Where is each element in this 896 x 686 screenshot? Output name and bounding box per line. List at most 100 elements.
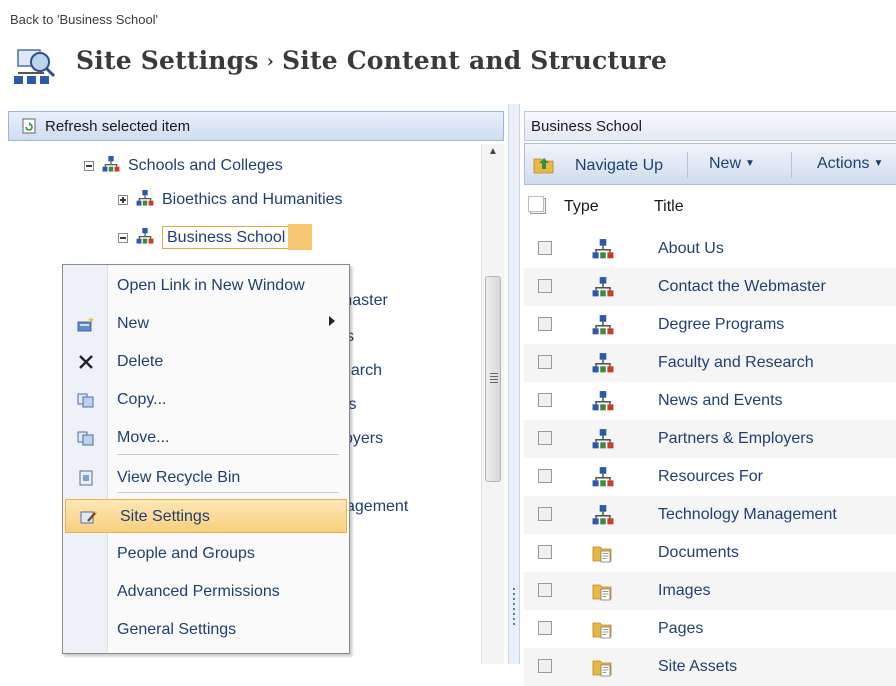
row-title-link[interactable]: Contact the Webmaster — [658, 278, 826, 296]
site-icon — [592, 353, 614, 373]
row-checkbox[interactable] — [538, 469, 552, 483]
collapse-icon[interactable] — [118, 233, 128, 243]
top-strip — [0, 0, 896, 8]
row-checkbox[interactable] — [538, 583, 552, 597]
row-title-link[interactable]: Resources For — [658, 468, 763, 486]
menu-separator — [117, 492, 339, 493]
menu-item-open-link-in-new-window[interactable]: Open Link in New Window — [63, 269, 349, 303]
list-row[interactable]: About Us — [524, 230, 896, 268]
refresh-icon — [22, 118, 36, 134]
menu-item-label: Move... — [117, 429, 170, 446]
menu-item-label: View Recycle Bin — [117, 469, 241, 486]
menu-item-label: Site Settings — [120, 508, 210, 525]
row-checkbox[interactable] — [538, 507, 552, 521]
list-row[interactable]: Technology Management — [524, 496, 896, 534]
list-row[interactable]: Site Assets — [524, 648, 896, 686]
menu-item-site-settings[interactable]: Site Settings — [65, 499, 347, 533]
row-checkbox[interactable] — [538, 431, 552, 445]
menu-item-move[interactable]: Move... — [63, 421, 349, 455]
menu-item-delete[interactable]: Delete — [63, 345, 349, 379]
menu-item-general-settings[interactable]: General Settings — [63, 613, 349, 647]
row-title-link[interactable]: Site Assets — [658, 658, 737, 676]
splitter-grip-icon — [513, 588, 515, 628]
site-icon — [592, 429, 614, 449]
title-site-content: Site Content and Structure — [282, 46, 668, 75]
row-title-link[interactable]: Degree Programs — [658, 316, 784, 334]
list-row[interactable]: Pages — [524, 610, 896, 648]
back-link[interactable]: Back to 'Business School' — [10, 12, 158, 27]
refresh-toolbar[interactable]: Refresh selected item — [8, 111, 504, 141]
content-toolbar: Navigate Up New ▼ Actions ▼ — [524, 143, 896, 185]
row-checkbox[interactable] — [538, 279, 552, 293]
tree-vertical-scrollbar[interactable]: ▲ — [481, 144, 504, 664]
site-icon — [592, 239, 614, 259]
menu-item-label: Open Link in New Window — [117, 277, 305, 294]
menu-item-view-recycle-bin[interactable]: View Recycle Bin — [63, 461, 349, 495]
row-checkbox[interactable] — [538, 393, 552, 407]
scroll-up-arrow-icon[interactable]: ▲ — [482, 146, 504, 162]
submenu-arrow-icon — [329, 316, 335, 326]
row-checkbox[interactable] — [538, 621, 552, 635]
new-icon — [77, 316, 95, 332]
list-row[interactable]: Resources For — [524, 458, 896, 496]
scroll-grip-icon — [490, 373, 498, 383]
row-checkbox[interactable] — [538, 545, 552, 559]
page-title: Site Settings › Site Content and Structure — [76, 46, 667, 75]
menu-item-copy[interactable]: Copy... — [63, 383, 349, 417]
row-checkbox[interactable] — [538, 659, 552, 673]
row-checkbox[interactable] — [538, 317, 552, 331]
row-title-link[interactable]: Documents — [658, 544, 739, 562]
select-all-checkbox[interactable] — [528, 196, 546, 214]
move-icon — [77, 430, 95, 446]
row-title-link[interactable]: Pages — [658, 620, 703, 638]
column-title[interactable]: Title — [654, 198, 684, 216]
site-icon — [592, 277, 614, 297]
menu-item-advanced-permissions[interactable]: Advanced Permissions — [63, 575, 349, 609]
menu-item-label: Delete — [117, 353, 164, 370]
column-type[interactable]: Type — [564, 198, 599, 216]
list-row[interactable]: Contact the Webmaster — [524, 268, 896, 306]
site-icon — [136, 228, 154, 244]
row-checkbox[interactable] — [538, 241, 552, 255]
breadcrumb-separator: › — [266, 51, 274, 72]
list-row[interactable]: News and Events — [524, 382, 896, 420]
site-icon — [102, 156, 120, 172]
current-site-label: Business School — [531, 118, 642, 135]
menu-item-label: Copy... — [117, 391, 167, 408]
site-settings-logo-icon — [14, 49, 56, 84]
list-row[interactable]: Documents — [524, 534, 896, 572]
title-site-settings[interactable]: Site Settings — [76, 46, 259, 75]
expand-icon[interactable] — [118, 195, 128, 205]
row-title-link[interactable]: News and Events — [658, 392, 783, 410]
tree-node-partial-management[interactable]: agement — [346, 498, 408, 516]
pane-splitter[interactable] — [508, 104, 520, 664]
row-title-link[interactable]: Technology Management — [658, 506, 837, 524]
row-title-link[interactable]: Faculty and Research — [658, 354, 814, 372]
list-row[interactable]: Degree Programs — [524, 306, 896, 344]
menu-item-new[interactable]: New — [63, 307, 349, 341]
actions-menu-button[interactable]: Actions ▼ — [817, 155, 883, 173]
tree-node-business-school[interactable]: Business School — [118, 224, 313, 250]
list-row[interactable]: Faculty and Research — [524, 344, 896, 382]
list-row[interactable]: Partners & Employers — [524, 420, 896, 458]
tree-node-bioethics[interactable]: Bioethics and Humanities — [118, 190, 343, 214]
new-menu-button[interactable]: New ▼ — [709, 155, 755, 173]
menu-item-people-and-groups[interactable]: People and Groups — [63, 537, 349, 571]
row-checkbox[interactable] — [538, 355, 552, 369]
list-row[interactable]: Images — [524, 572, 896, 610]
content-header: Business School — [524, 111, 896, 141]
navigate-up-icon[interactable] — [533, 154, 555, 174]
site-icon — [136, 190, 154, 206]
navigate-up-button[interactable]: Navigate Up — [575, 157, 663, 175]
dropdown-caret-icon: ▼ — [873, 158, 884, 169]
scroll-thumb[interactable] — [485, 276, 501, 482]
delete-x-icon — [77, 354, 95, 370]
site-icon — [592, 391, 614, 411]
collapse-icon[interactable] — [84, 161, 94, 171]
row-title-link[interactable]: Images — [658, 582, 710, 600]
site-settings-icon — [80, 509, 98, 525]
document-library-icon — [592, 581, 614, 601]
tree-node-schools[interactable]: Schools and Colleges — [84, 156, 283, 180]
row-title-link[interactable]: Partners & Employers — [658, 430, 814, 448]
row-title-link[interactable]: About Us — [658, 240, 724, 258]
